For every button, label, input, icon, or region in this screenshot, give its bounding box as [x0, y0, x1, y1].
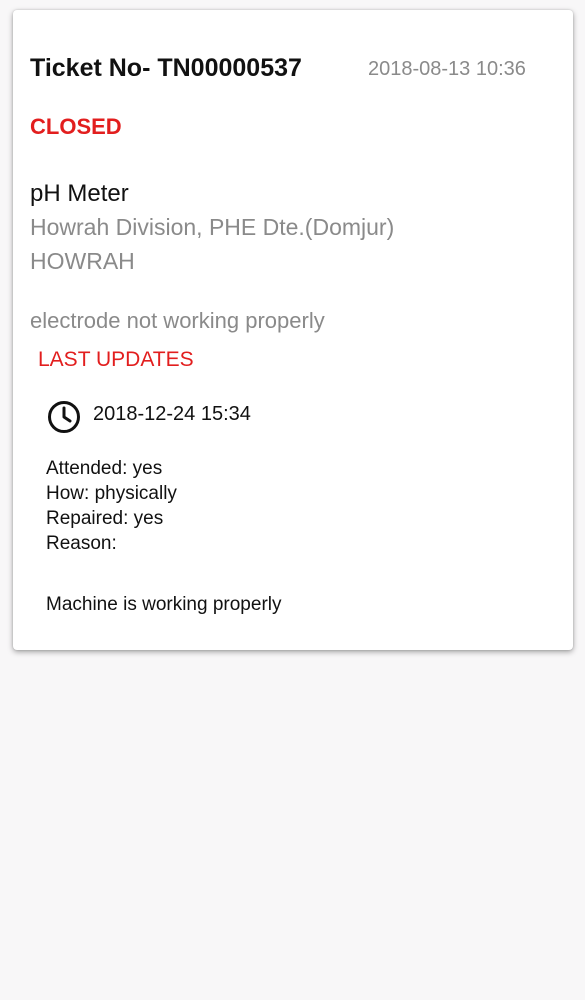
status-badge: CLOSED	[30, 114, 122, 139]
reason-line: Reason:	[46, 533, 117, 554]
last-updates-heading: LAST UPDATES	[38, 348, 194, 371]
ticket-date: 2018-08-13 10:36	[368, 58, 526, 80]
ticket-number: Ticket No- TN00000537	[30, 54, 302, 82]
device-name: pH Meter	[30, 180, 129, 207]
update-remark: Machine is working properly	[46, 594, 282, 615]
how-line: How: physically	[46, 483, 177, 504]
update-timestamp: 2018-12-24 15:34	[93, 403, 251, 425]
attended-line: Attended: yes	[46, 458, 163, 479]
clock-icon	[48, 401, 80, 433]
ticket-card[interactable]: Ticket No- TN00000537 2018-08-13 10:36 C…	[13, 10, 573, 650]
district-name: HOWRAH	[30, 248, 135, 274]
division-name: Howrah Division, PHE Dte.(Domjur)	[30, 214, 395, 240]
repaired-line: Repaired: yes	[46, 508, 164, 529]
problem-description: electrode not working properly	[30, 308, 325, 333]
